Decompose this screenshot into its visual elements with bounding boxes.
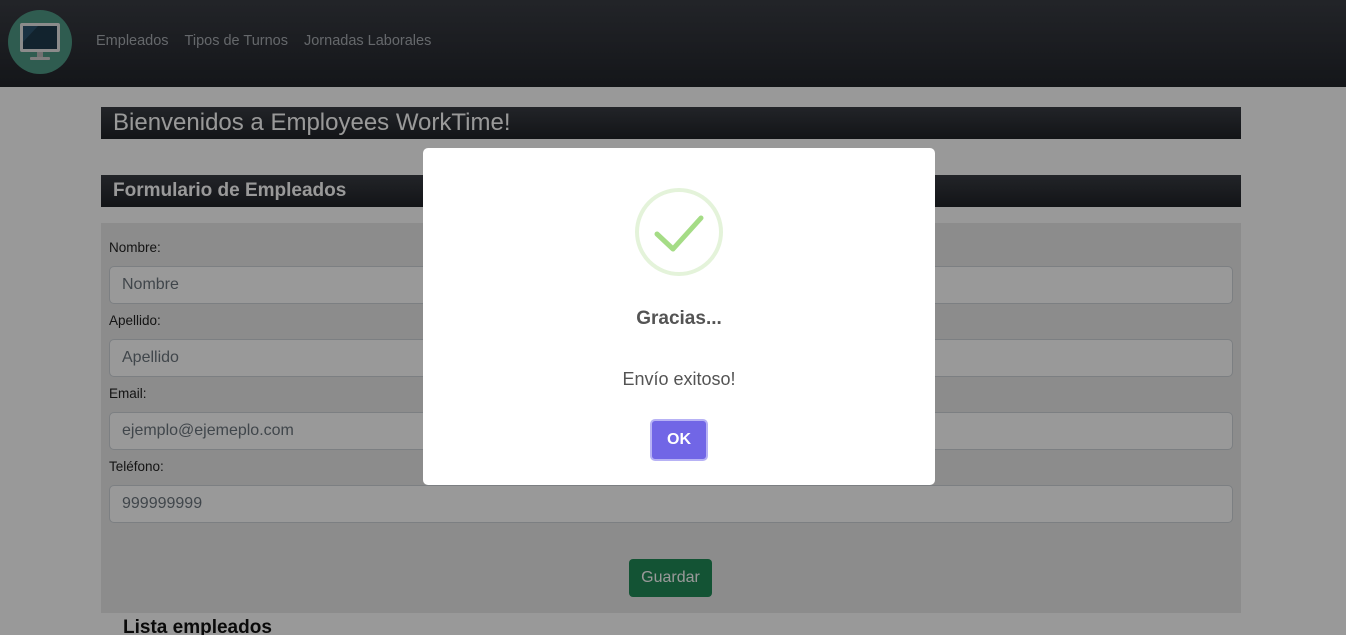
success-check-icon bbox=[635, 188, 723, 276]
dialog-title: Gracias... bbox=[636, 308, 722, 329]
ok-button[interactable]: OK bbox=[650, 419, 708, 461]
page: Empleados Tipos de Turnos Jornadas Labor… bbox=[0, 0, 1346, 635]
success-dialog: Gracias... Envío exitoso! OK bbox=[423, 148, 935, 485]
dialog-text: Envío exitoso! bbox=[622, 369, 736, 389]
